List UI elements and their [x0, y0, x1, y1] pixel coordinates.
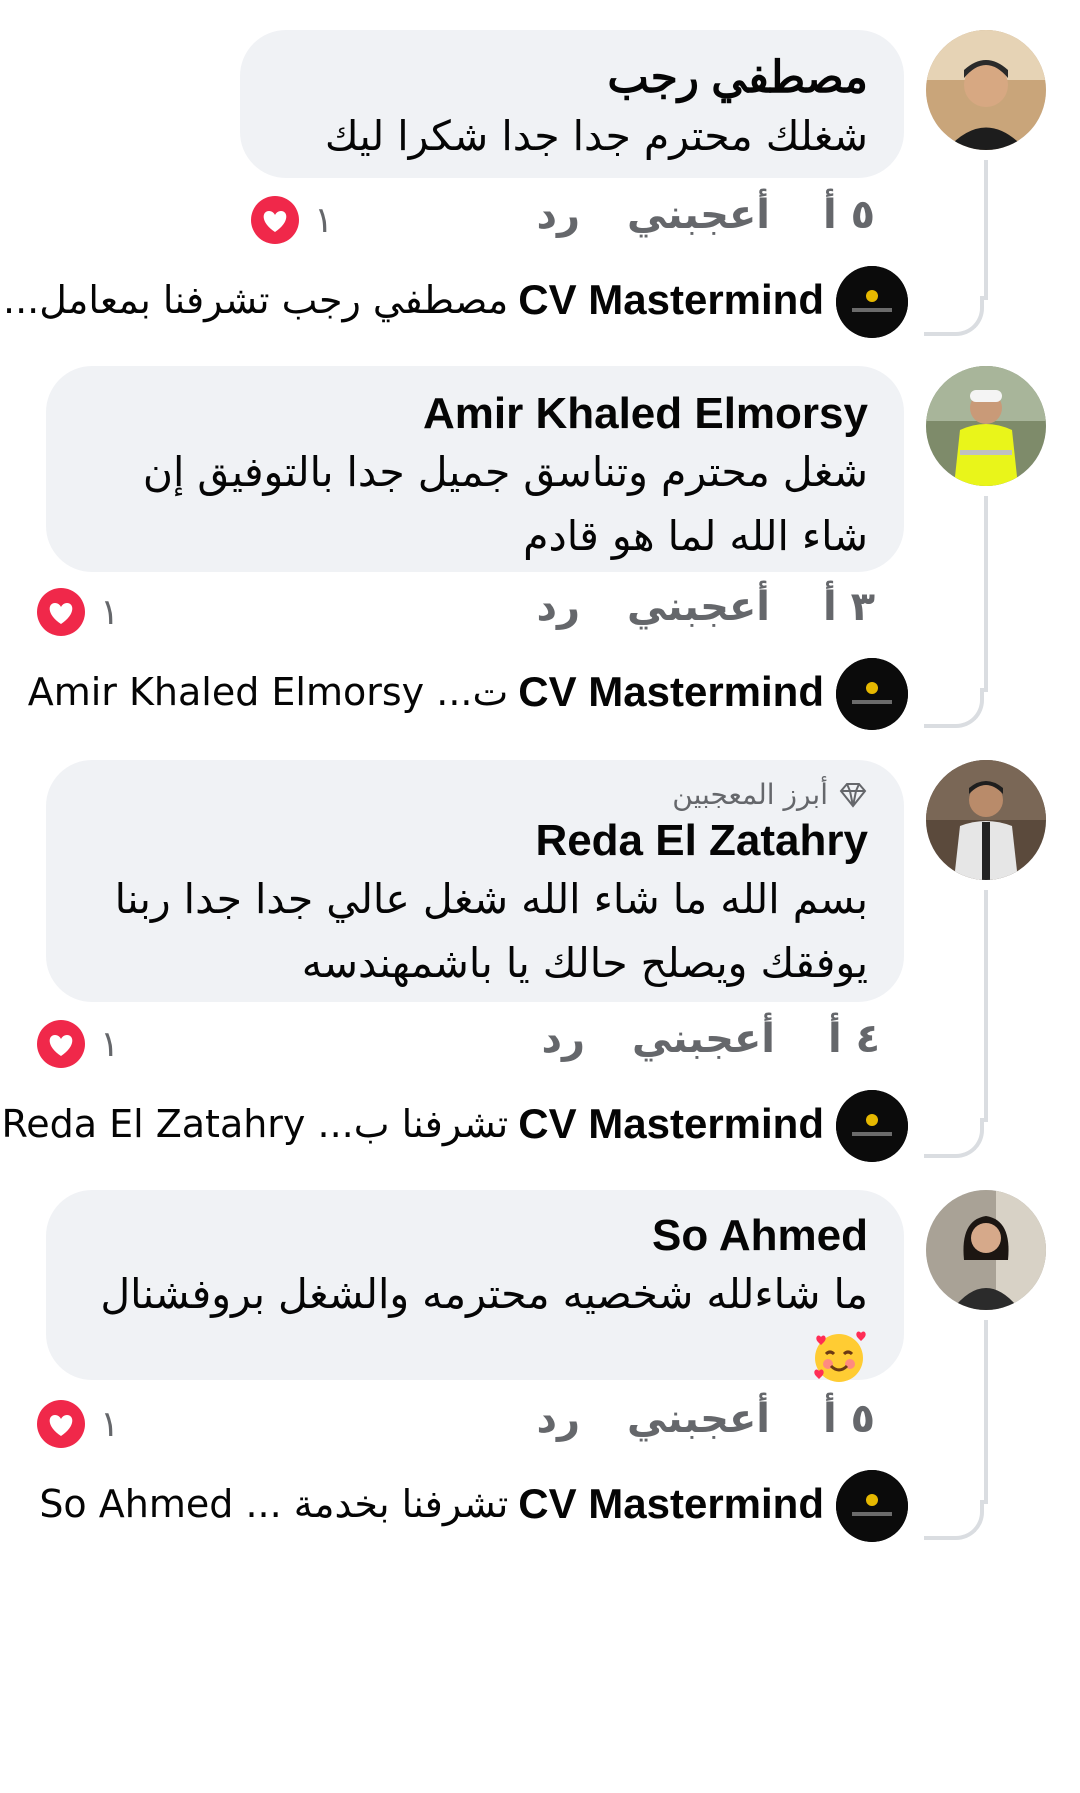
commenter-avatar[interactable] — [926, 760, 1046, 880]
reaction-summary[interactable]: ١ — [250, 195, 333, 245]
reaction-count: ١ — [314, 199, 334, 241]
comment-bubble[interactable]: مصطفي رجب شغلك محترم جدا جدا شكرا ليك — [240, 30, 904, 178]
top-fan-badge: أبرز المعجبين — [82, 778, 868, 811]
like-button[interactable]: أعجبني — [627, 1396, 770, 1442]
comment-text: شغلك محترم جدا جدا شكرا ليك — [324, 112, 868, 160]
comment-time: ٥ أ — [822, 192, 875, 238]
reaction-count: ١ — [100, 1403, 120, 1445]
reaction-summary[interactable]: ١ — [36, 1399, 119, 1449]
comment-text: شغل محترم وتناسق جميل جدا بالتوفيق إن شا… — [142, 448, 868, 560]
smiling-face-with-hearts-icon — [814, 1331, 866, 1382]
comment-text: بسم الله ما شاء الله شغل عالي جدا جدا رب… — [114, 875, 868, 987]
comment-author[interactable]: Reda El Zatahry — [82, 815, 868, 867]
heart-icon — [36, 1399, 86, 1449]
heart-icon — [36, 587, 86, 637]
reply-text: مصطفي رجب تشرفنا بمعامل... — [3, 278, 509, 322]
page-avatar[interactable] — [836, 1470, 908, 1542]
comments-thread: مصطفي رجب شغلك محترم جدا جدا شكرا ليك ٥ … — [0, 0, 1080, 1793]
like-button[interactable]: أعجبني — [627, 192, 770, 238]
comment-bubble[interactable]: أبرز المعجبين Reda El Zatahry بسم الله م… — [46, 760, 904, 1002]
reaction-count: ١ — [100, 591, 120, 633]
commenter-avatar[interactable] — [926, 1190, 1046, 1310]
reply-preview[interactable]: CV Mastermind مصطفي رجب تشرفنا بمعامل... — [0, 262, 1080, 342]
comment-bubble[interactable]: Amir Khaled Elmorsy شغل محترم وتناسق جمي… — [46, 366, 904, 572]
comment-time: ٣ أ — [822, 584, 875, 630]
reply-author[interactable]: CV Mastermind — [518, 1480, 824, 1528]
badge-label: أبرز المعجبين — [672, 778, 828, 811]
comment-actions: ٤ أ أعجبني رد — [0, 1016, 1080, 1076]
reply-text: تشرفنا بخدمة ... So Ahmed — [39, 1482, 509, 1526]
comment-bubble[interactable]: So Ahmed ما شاءلله شخصيه محترمه والشغل ب… — [46, 1190, 904, 1382]
reply-button[interactable]: رد — [536, 1396, 580, 1442]
reply-author[interactable]: CV Mastermind — [518, 276, 824, 324]
reply-button[interactable]: رد — [536, 584, 580, 630]
page-avatar[interactable] — [836, 658, 908, 730]
page-avatar[interactable] — [836, 266, 908, 338]
reply-button[interactable]: رد — [536, 192, 580, 238]
comment-time: ٥ أ — [822, 1396, 875, 1442]
reply-button[interactable]: رد — [541, 1016, 585, 1062]
reaction-summary[interactable]: ١ — [36, 587, 119, 637]
reaction-summary[interactable]: ١ — [36, 1019, 119, 1069]
comment-time: ٤ أ — [827, 1016, 880, 1062]
page-avatar[interactable] — [836, 1090, 908, 1162]
comment-author[interactable]: Amir Khaled Elmorsy — [82, 388, 868, 440]
reaction-count: ١ — [100, 1023, 120, 1065]
comment-actions: ٥ أ أعجبني رد — [0, 192, 1080, 252]
diamond-icon — [839, 782, 867, 808]
reply-preview[interactable]: CV Mastermind تشرفنا ب... Reda El Zatahr… — [0, 1086, 1080, 1166]
comment-actions: ٥ أ أعجبني رد — [0, 1396, 1080, 1456]
heart-icon — [250, 195, 300, 245]
like-button[interactable]: أعجبني — [632, 1016, 775, 1062]
reply-author[interactable]: CV Mastermind — [518, 1100, 824, 1148]
commenter-avatar[interactable] — [926, 366, 1046, 486]
reply-text: تشرفنا ب... Reda El Zatahry — [1, 1102, 509, 1146]
like-button[interactable]: أعجبني — [627, 584, 770, 630]
reply-preview[interactable]: CV Mastermind تشرفنا بخدمة ... So Ahmed — [0, 1466, 1080, 1546]
reply-preview[interactable]: CV Mastermind ت... Amir Khaled Elmorsy — [0, 654, 1080, 734]
heart-icon — [36, 1019, 86, 1069]
comment-text: ما شاءلله شخصيه محترمه والشغل بروفشنال — [100, 1270, 868, 1318]
commenter-avatar[interactable] — [926, 30, 1046, 150]
reply-text: ت... Amir Khaled Elmorsy — [27, 670, 509, 714]
reply-author[interactable]: CV Mastermind — [518, 668, 824, 716]
comment-author[interactable]: مصطفي رجب — [276, 52, 868, 104]
comment-author[interactable]: So Ahmed — [82, 1210, 868, 1262]
comment-actions: ٣ أ أعجبني رد — [0, 584, 1080, 644]
